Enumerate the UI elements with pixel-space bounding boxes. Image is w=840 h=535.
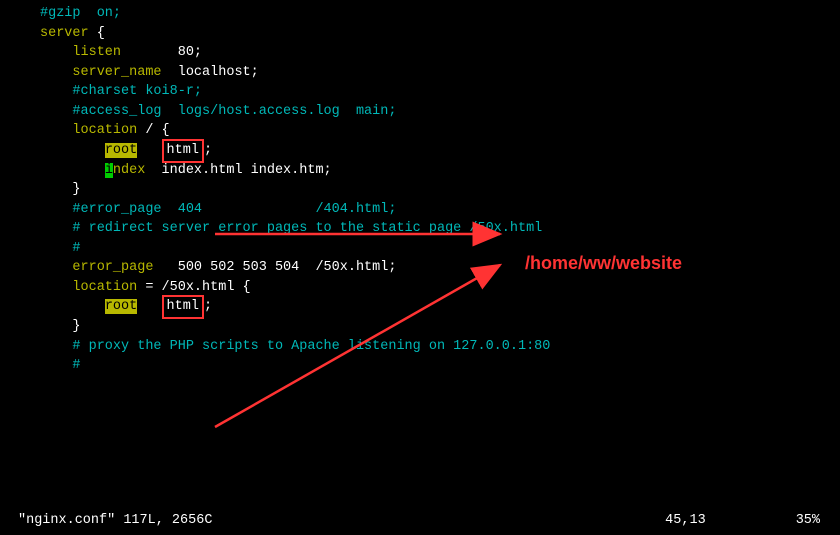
code-line: root html; xyxy=(0,141,840,161)
html-box-1: html xyxy=(162,139,204,163)
html-box-2: html xyxy=(162,295,204,319)
code-line: location = /50x.html { xyxy=(0,278,840,298)
terminal-editor[interactable]: #gzip on; server { listen 80; server_nam… xyxy=(0,0,840,376)
status-file-info: "nginx.conf" 117L, 2656C xyxy=(18,511,212,531)
root-highlight: root xyxy=(105,143,137,158)
comment-text: #access_log logs/host.access.log main; xyxy=(72,104,396,119)
comment-text: # proxy the PHP scripts to Apache listen… xyxy=(72,339,550,354)
vim-statusbar: "nginx.conf" 117L, 2656C 45,13 35% xyxy=(0,511,840,531)
comment-text: # xyxy=(72,241,80,256)
code-line: #access_log logs/host.access.log main; xyxy=(0,102,840,122)
code-line: } xyxy=(0,317,840,337)
code-line: # xyxy=(0,239,840,259)
code-line: listen 80; xyxy=(0,43,840,63)
code-line: error_page 500 502 503 504 /50x.html; xyxy=(0,258,840,278)
location-keyword: location xyxy=(72,123,137,138)
annotation-text: /home/ww/website xyxy=(525,250,682,276)
server-name-keyword: server_name xyxy=(72,65,161,80)
code-line: server { xyxy=(0,24,840,44)
comment-text: #gzip on; xyxy=(40,6,121,21)
code-line: # proxy the PHP scripts to Apache listen… xyxy=(0,337,840,357)
code-line: } xyxy=(0,180,840,200)
comment-text: # redirect server error pages to the sta… xyxy=(72,221,542,236)
cursor-highlight: i xyxy=(105,163,113,178)
code-line: #error_page 404 /404.html; xyxy=(0,200,840,220)
code-line: #charset koi8-r; xyxy=(0,82,840,102)
status-cursor-position: 45,13 xyxy=(665,511,796,531)
code-line: location / { xyxy=(0,121,840,141)
comment-text: #charset koi8-r; xyxy=(72,84,202,99)
error-page-keyword: error_page xyxy=(72,260,153,275)
root-highlight: root xyxy=(105,299,137,314)
code-line: server_name localhost; xyxy=(0,63,840,83)
status-percent: 35% xyxy=(796,511,840,531)
code-line: root html; xyxy=(0,297,840,317)
code-line: index index.html index.htm; xyxy=(0,161,840,181)
listen-keyword: listen xyxy=(72,45,121,60)
code-line: # redirect server error pages to the sta… xyxy=(0,219,840,239)
code-line: #gzip on; xyxy=(0,4,840,24)
location-keyword: location xyxy=(72,280,137,295)
server-keyword: server xyxy=(40,26,89,41)
code-line: # xyxy=(0,356,840,376)
comment-text: # xyxy=(72,358,80,373)
comment-text: #error_page 404 /404.html; xyxy=(72,202,396,217)
